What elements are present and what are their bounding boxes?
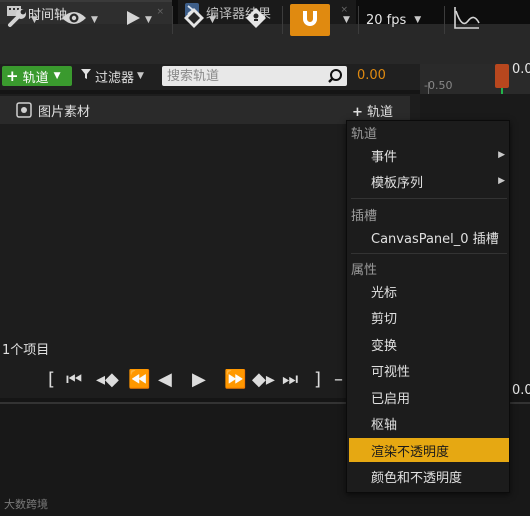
eye-icon [60, 9, 88, 31]
toolbar-divider [358, 6, 359, 34]
curve-editor-button[interactable] [452, 4, 480, 36]
next-key-icon[interactable]: ◆▸ [252, 369, 275, 390]
set-end-icon[interactable]: ] [314, 369, 321, 390]
add-track-label: 轨道 [22, 70, 49, 86]
submenu-arrow-icon: ▶ [498, 176, 505, 186]
toolbar-divider [282, 6, 283, 34]
play-icon [124, 9, 142, 31]
ruler-tick-label: -0.50 [424, 79, 453, 92]
track-row-label: 图片素材 [38, 105, 91, 120]
menu-item-label: 已启用 [371, 391, 411, 407]
submenu-arrow-icon: ▶ [498, 150, 505, 160]
fps-label: 20 fps [366, 12, 407, 28]
search-input[interactable] [162, 66, 347, 86]
plus-icon: + [6, 67, 19, 85]
menu-item-event[interactable]: 事件 ▶ [349, 143, 509, 167]
funnel-icon [80, 68, 92, 84]
chevron-down-icon: ▼ [53, 71, 61, 81]
filter-label: 过滤器 [95, 70, 135, 86]
jump-to-end-icon[interactable]: ⏭ [282, 369, 298, 390]
menu-item-enabled[interactable]: 已启用 [349, 385, 509, 409]
menu-item-template-sequence[interactable]: 模板序列 ▶ [349, 169, 509, 193]
auto-key-button[interactable] [244, 4, 268, 36]
chevron-down-icon: ▼ [145, 15, 152, 25]
image-widget-icon [16, 102, 32, 122]
chevron-down-icon: ▼ [343, 15, 350, 25]
item-count: 1个项目 [2, 343, 50, 358]
menu-item-label: 枢轴 [371, 417, 398, 433]
keyframe-icon [182, 6, 206, 34]
add-subtrack-button[interactable]: + 轨道 [352, 101, 393, 120]
play-forward-icon[interactable]: ▶ [192, 369, 206, 390]
menu-item-clipping[interactable]: 剪切 [349, 305, 509, 329]
menu-item-label: 剪切 [371, 311, 398, 327]
ruler-current-time: 0.0 [512, 62, 530, 77]
snap-options-button[interactable]: ▼ [340, 4, 350, 36]
play-reverse-icon[interactable]: ◀ [158, 369, 172, 390]
chevron-down-icon: ▼ [137, 71, 144, 81]
menu-section-header: 轨道 [351, 127, 378, 142]
menu-section-header: 插槽 [351, 209, 378, 224]
menu-item-render-opacity[interactable]: 渲染不透明度 [349, 438, 509, 462]
step-back-icon[interactable]: ⏪ [128, 369, 150, 390]
framerate-dropdown[interactable]: 20 fps ▼ [366, 4, 421, 36]
watermark: 大数跨境 [4, 498, 48, 511]
close-icon[interactable]: × [156, 7, 164, 17]
chevron-down-icon: ▼ [209, 15, 216, 25]
add-track-button[interactable]: + 轨道 ▼ [2, 66, 72, 86]
menu-item-color-and-opacity[interactable]: 颜色和不透明度 [349, 464, 509, 488]
tag-icon [244, 6, 268, 34]
toolbar-divider [444, 6, 445, 34]
loop-icon[interactable]: – [334, 369, 343, 390]
step-forward-icon[interactable]: ⏩ [224, 369, 246, 390]
jump-to-start-icon[interactable]: ⏮ [66, 369, 82, 390]
key-options-button[interactable]: ▼ [182, 4, 216, 36]
menu-item-label: 渲染不透明度 [371, 444, 450, 460]
chevron-down-icon: ▼ [414, 15, 422, 25]
snap-button[interactable] [290, 4, 330, 36]
add-subtrack-label: 轨道 [367, 105, 394, 120]
menu-item-transform[interactable]: 变换 [349, 332, 509, 356]
menu-item-label: 可视性 [371, 364, 411, 380]
menu-divider [351, 198, 507, 199]
view-options-button[interactable]: ▼ [60, 4, 98, 36]
menu-item-label: 变换 [371, 338, 398, 354]
menu-item-label: 模板序列 [371, 175, 424, 191]
chevron-down-icon: ▼ [31, 15, 38, 25]
menu-item-pivot[interactable]: 枢轴 [349, 411, 509, 435]
menu-item-label: 颜色和不透明度 [371, 470, 463, 486]
curve-editor-icon [452, 5, 480, 35]
end-time-label: 0.0 [512, 383, 530, 398]
menu-item-visibility[interactable]: 可视性 [349, 358, 509, 382]
toolbar-divider [172, 6, 173, 34]
filter-dropdown[interactable]: 过滤器 ▼ [80, 66, 144, 86]
chevron-down-icon: ▼ [91, 15, 98, 25]
wrench-icon [6, 7, 28, 33]
menu-item-cursor[interactable]: 光标 [349, 279, 509, 303]
plus-icon: + [352, 105, 363, 120]
search-icon[interactable] [327, 68, 343, 88]
current-time-field[interactable]: 0.00 [357, 68, 386, 83]
menu-item-slot[interactable]: CanvasPanel_0 插槽 [349, 225, 509, 249]
menu-item-label: CanvasPanel_0 插槽 [371, 231, 499, 247]
menu-divider [351, 253, 507, 254]
menu-item-label: 事件 [371, 149, 398, 165]
menu-section-header: 属性 [351, 263, 378, 278]
playback-options-button[interactable]: ▼ [124, 4, 152, 36]
playhead-handle[interactable] [495, 64, 509, 88]
add-track-menu: 轨道 事件 ▶ 模板序列 ▶ 插槽 CanvasPanel_0 插槽 属性 光标… [346, 120, 510, 493]
previous-key-icon[interactable]: ◂◆ [96, 369, 119, 390]
set-start-icon[interactable]: [ [48, 369, 55, 390]
search-box[interactable] [162, 66, 347, 86]
settings-button[interactable]: ▼ [6, 4, 38, 36]
menu-item-label: 光标 [371, 285, 398, 301]
snap-magnet-icon [298, 6, 322, 34]
